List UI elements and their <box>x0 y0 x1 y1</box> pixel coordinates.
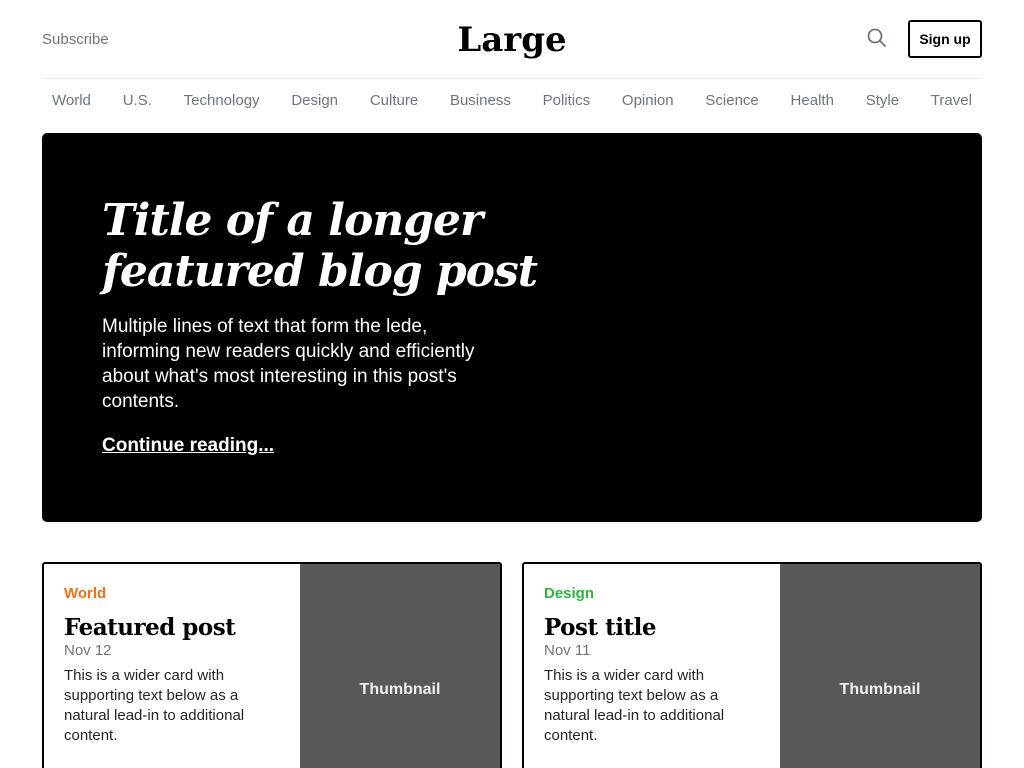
search-icon[interactable] <box>866 27 888 49</box>
site-header: Subscribe Large Sign up <box>42 0 982 79</box>
card-text: This is a wider card with supporting tex… <box>64 667 245 744</box>
continue-reading-link[interactable]: Continue reading... <box>102 434 274 458</box>
featured-hero: Title of a longer featured blog post Mul… <box>42 133 982 522</box>
hero-title: Title of a longer featured blog post <box>102 195 538 297</box>
nav-item-opinion[interactable]: Opinion <box>622 91 674 111</box>
nav-item-design[interactable]: Design <box>291 91 338 111</box>
card-body: World Featured post Nov 12 This is a wid… <box>44 564 300 768</box>
nav-item-health[interactable]: Health <box>791 91 834 111</box>
card-text: This is a wider card with supporting tex… <box>544 667 725 744</box>
thumbnail-label: Thumbnail <box>839 681 921 698</box>
nav-item-culture[interactable]: Culture <box>370 91 418 111</box>
card-category: World <box>64 585 107 602</box>
card-title: Post title <box>544 614 656 641</box>
sign-up-button[interactable]: Sign up <box>908 20 982 58</box>
nav-item-technology[interactable]: Technology <box>184 91 260 111</box>
brand-logo-container: Large <box>42 18 982 62</box>
card-category: Design <box>544 585 595 602</box>
card-title: Featured post <box>64 614 236 641</box>
hero-lede: Multiple lines of text that form the led… <box>102 316 475 412</box>
nav-item-science[interactable]: Science <box>705 91 758 111</box>
nav-item-travel[interactable]: Travel <box>931 91 972 111</box>
blog-page: Subscribe Large Sign up World U.S. Techn… <box>0 0 1024 768</box>
post-card: World Featured post Nov 12 This is a wid… <box>42 562 502 768</box>
nav-item-politics[interactable]: Politics <box>543 91 591 111</box>
card-date: Nov 12 <box>64 642 112 659</box>
thumbnail-label: Thumbnail <box>359 681 441 698</box>
nav-item-business[interactable]: Business <box>450 91 511 111</box>
post-card: Design Post title Nov 11 This is a wider… <box>522 562 982 768</box>
category-nav: World U.S. Technology Design Culture Bus… <box>42 80 982 122</box>
subscribe-link[interactable]: Subscribe <box>42 30 109 50</box>
card-body: Design Post title Nov 11 This is a wider… <box>524 564 780 768</box>
brand-logo[interactable]: Large <box>457 20 566 60</box>
nav-item-world[interactable]: World <box>52 91 91 111</box>
card-date: Nov 11 <box>544 642 591 659</box>
nav-item-us[interactable]: U.S. <box>123 91 152 111</box>
card-thumbnail: Thumbnail <box>780 564 980 768</box>
nav-item-style[interactable]: Style <box>866 91 899 111</box>
card-thumbnail: Thumbnail <box>300 564 500 768</box>
